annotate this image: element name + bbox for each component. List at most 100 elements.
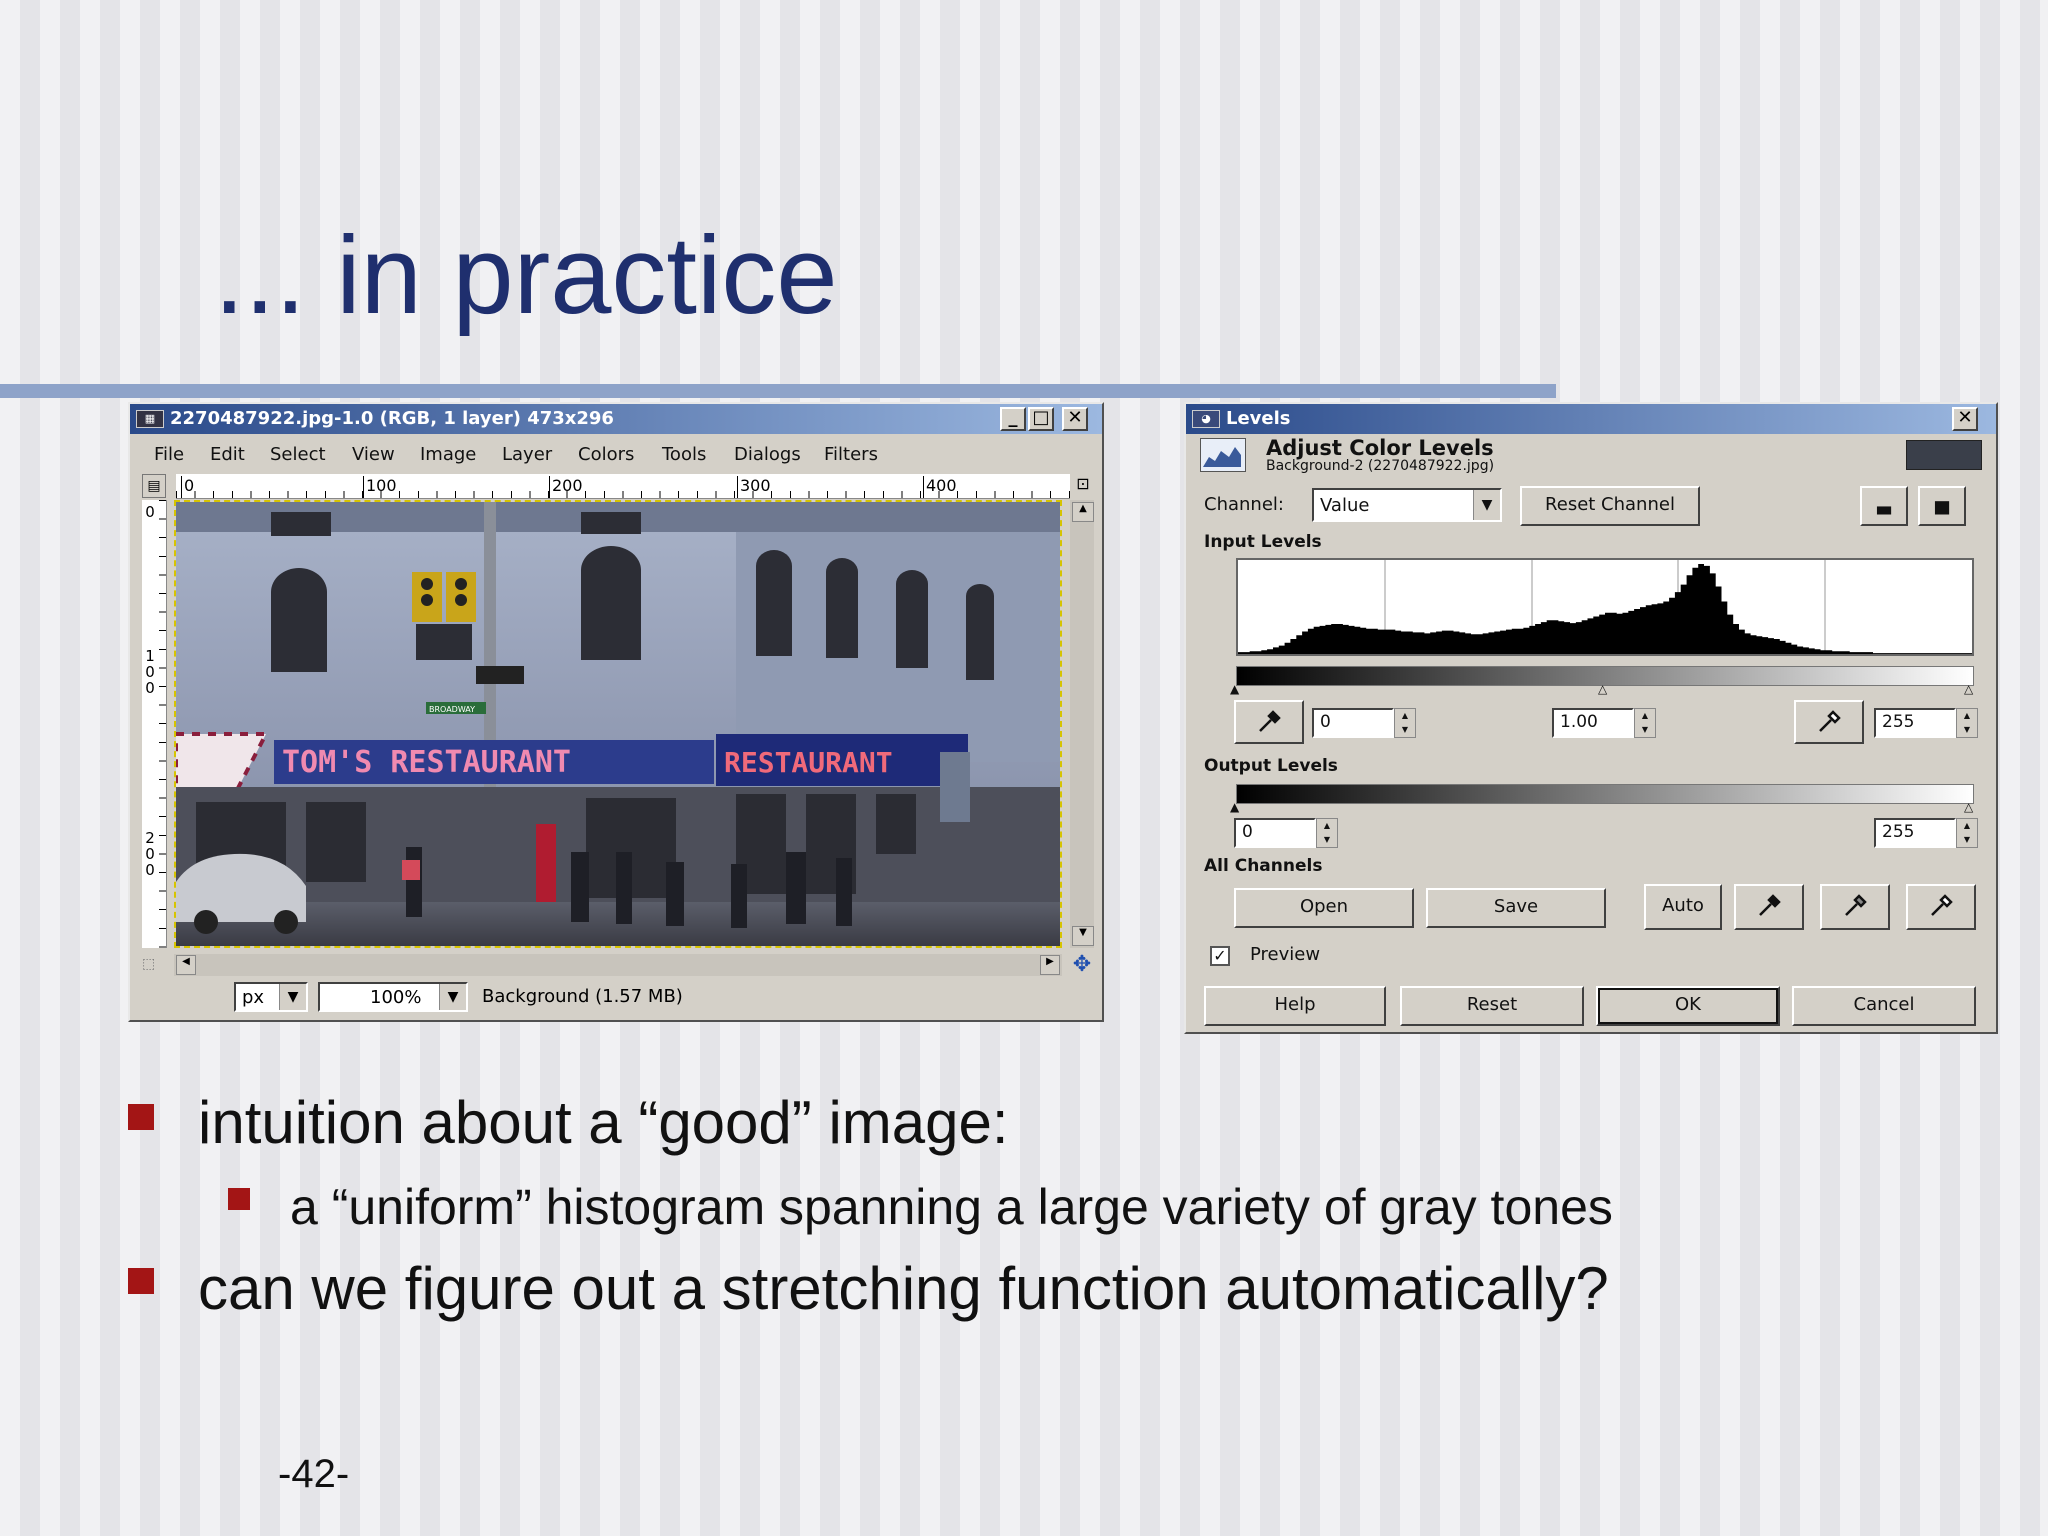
output-low-handle[interactable]: ▲ <box>1230 800 1239 814</box>
white-point-picker-button[interactable] <box>1906 884 1976 930</box>
levels-dialog-title: Levels <box>1226 408 1291 429</box>
histogram[interactable] <box>1236 558 1974 656</box>
black-point-picker-button[interactable] <box>1734 884 1804 930</box>
dialog-heading: Adjust Color Levels <box>1266 436 1494 460</box>
street-sign-label: BROADWAY <box>429 705 475 714</box>
ruler-h-label: 400 <box>923 476 957 498</box>
image-canvas[interactable]: BROADWAY TOM'S RESTAURANT RESTAURANT <box>174 500 1062 948</box>
auto-button[interactable]: Auto <box>1644 884 1722 930</box>
output-slider[interactable]: ▲ △ <box>1230 800 1974 816</box>
gimp-image-window[interactable]: ▦ 2270487922.jpg-1.0 (RGB, 1 layer) 473x… <box>128 402 1104 1022</box>
levels-titlebar[interactable]: ◕ Levels ✕ <box>1186 404 1996 434</box>
eyedropper-icon <box>1759 894 1781 916</box>
levels-dialog[interactable]: ◕ Levels ✕ Adjust Color Levels Backgroun… <box>1184 402 1998 1034</box>
preview-label: Preview <box>1250 944 1321 965</box>
output-high-field[interactable]: 255 <box>1874 818 1956 848</box>
spin-arrows-icon[interactable]: ▲ ▼ <box>1956 818 1978 848</box>
menu-select[interactable]: Select <box>270 444 326 465</box>
spin-arrows-icon[interactable]: ▲ ▼ <box>1394 708 1416 738</box>
channel-select[interactable]: Value ▼ <box>1312 488 1502 522</box>
white-eyedropper-button[interactable] <box>1794 700 1864 744</box>
scroll-down-icon[interactable]: ▼ <box>1072 926 1094 946</box>
input-levels-label: Input Levels <box>1204 532 1322 552</box>
chevron-down-icon[interactable]: ▼ <box>1473 490 1500 520</box>
output-low-field[interactable]: 0 <box>1234 818 1316 848</box>
output-high-spinner[interactable]: 255 ▲ ▼ <box>1874 818 1978 848</box>
help-button[interactable]: Help <box>1204 986 1386 1026</box>
input-low-spinner[interactable]: 0 ▲ ▼ <box>1312 708 1416 738</box>
linear-histogram-icon[interactable]: ▃ <box>1860 486 1908 526</box>
black-point-handle[interactable]: ▲ <box>1230 682 1239 696</box>
navigate-icon[interactable]: ✥ <box>1070 954 1094 976</box>
zoom-select[interactable]: 100% ▼ <box>318 982 468 1012</box>
log-histogram-icon[interactable]: ▅ <box>1918 486 1966 526</box>
menu-tools[interactable]: Tools <box>662 444 706 465</box>
menu-file[interactable]: File <box>154 444 184 465</box>
open-button[interactable]: Open <box>1234 888 1414 928</box>
restaurant-photo: BROADWAY TOM'S RESTAURANT RESTAURANT <box>176 502 1060 946</box>
gimp-titlebar[interactable]: ▦ 2270487922.jpg-1.0 (RGB, 1 layer) 473x… <box>130 404 1102 434</box>
unit-select[interactable]: px ▼ <box>234 982 308 1012</box>
levels-icon <box>1200 438 1246 472</box>
all-channels-label: All Channels <box>1204 856 1323 876</box>
menu-edit[interactable]: Edit <box>210 444 245 465</box>
menu-filters[interactable]: Filters <box>824 444 878 465</box>
slide-title: ... in practice <box>214 214 838 337</box>
horizontal-ruler[interactable]: 0 100 200 300 400 <box>176 474 1070 499</box>
menu-colors[interactable]: Colors <box>578 444 634 465</box>
ok-button[interactable]: OK <box>1596 986 1780 1026</box>
spin-arrows-icon[interactable]: ▲ ▼ <box>1634 708 1656 738</box>
chevron-down-icon[interactable]: ▼ <box>279 984 306 1010</box>
input-slider[interactable]: ▲ △ △ <box>1230 682 1974 698</box>
scroll-right-icon[interactable]: ▶ <box>1040 955 1060 975</box>
quickmask-icon[interactable]: ▤ <box>142 474 166 498</box>
gamma-field[interactable]: 1.00 <box>1552 708 1634 738</box>
eyedropper-icon <box>1931 894 1953 916</box>
gimp-app-icon: ◕ <box>1192 410 1220 428</box>
maximize-button[interactable]: □ <box>1028 407 1054 431</box>
output-low-spinner[interactable]: 0 ▲ ▼ <box>1234 818 1338 848</box>
close-button[interactable]: ✕ <box>1952 407 1978 431</box>
menu-view[interactable]: View <box>352 444 395 465</box>
input-low-field[interactable]: 0 <box>1312 708 1394 738</box>
close-button[interactable]: ✕ <box>1062 407 1088 431</box>
menu-image[interactable]: Image <box>420 444 476 465</box>
zoom-fit-icon[interactable]: ⊡ <box>1072 474 1094 498</box>
menu-layer[interactable]: Layer <box>502 444 552 465</box>
ruler-v-label: 0 <box>145 503 155 521</box>
gimp-window-title: 2270487922.jpg-1.0 (RGB, 1 layer) 473x29… <box>170 408 614 429</box>
eyedropper-icon <box>1259 710 1281 732</box>
chevron-down-icon[interactable]: ▼ <box>439 984 466 1010</box>
channel-label: Channel: <box>1204 494 1284 515</box>
gamma-spinner[interactable]: 1.00 ▲ ▼ <box>1552 708 1656 738</box>
vertical-ruler[interactable]: 0 100 200 <box>142 500 167 948</box>
ruler-h-label: 300 <box>737 476 771 498</box>
ruler-v-label: 100 <box>145 647 155 697</box>
input-high-spinner[interactable]: 255 ▲ ▼ <box>1874 708 1978 738</box>
gamma-handle[interactable]: △ <box>1598 682 1607 696</box>
output-high-handle[interactable]: △ <box>1964 800 1973 814</box>
white-point-handle[interactable]: △ <box>1964 682 1973 696</box>
input-high-field[interactable]: 255 <box>1874 708 1956 738</box>
spin-arrows-icon[interactable]: ▲ ▼ <box>1956 708 1978 738</box>
black-eyedropper-button[interactable] <box>1234 700 1304 744</box>
spin-arrows-icon[interactable]: ▲ ▼ <box>1316 818 1338 848</box>
scroll-left-icon[interactable]: ◀ <box>176 955 196 975</box>
menu-dialogs[interactable]: Dialogs <box>734 444 801 465</box>
channel-value: Value <box>1320 495 1370 516</box>
reset-channel-button[interactable]: Reset Channel <box>1520 486 1700 526</box>
pointer-icon[interactable]: ⬚ <box>142 956 162 974</box>
save-button[interactable]: Save <box>1426 888 1606 928</box>
gray-point-picker-button[interactable] <box>1820 884 1890 930</box>
reset-button[interactable]: Reset <box>1400 986 1584 1026</box>
scroll-up-icon[interactable]: ▲ <box>1072 502 1094 522</box>
preview-checkbox[interactable]: ✓ <box>1210 946 1230 966</box>
dialog-subheading: Background-2 (2270487922.jpg) <box>1266 458 1495 474</box>
output-levels-label: Output Levels <box>1204 756 1338 776</box>
image-thumbnail <box>1906 440 1982 470</box>
cancel-button[interactable]: Cancel <box>1792 986 1976 1026</box>
vertical-scrollbar[interactable]: ▲ ▼ <box>1070 500 1094 948</box>
sub-bullet-item: a “uniform” histogram spanning a large v… <box>290 1179 1613 1235</box>
horizontal-scrollbar[interactable]: ◀ ▶ <box>174 954 1062 976</box>
minimize-button[interactable]: _ <box>1000 407 1026 431</box>
